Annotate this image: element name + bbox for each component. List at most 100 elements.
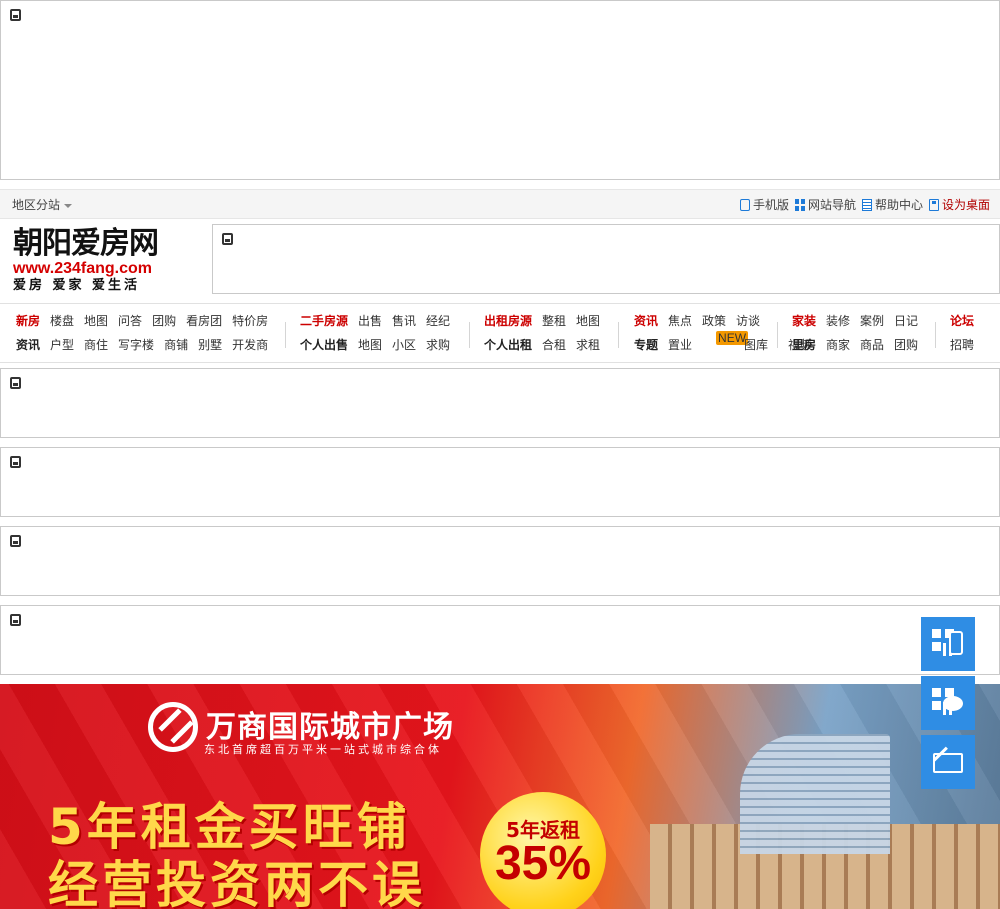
- nav-item[interactable]: 家装: [792, 312, 816, 329]
- broken-image-icon: [10, 535, 21, 547]
- nav-item[interactable]: 开发商: [232, 336, 268, 353]
- banner-subtitle: 东北首席超百万平米一站式城市综合体: [204, 743, 442, 756]
- nav-group-newhouse: 新房 楼盘 地图 问答 团购 看房团 特价房 资讯 户型 商住 写字楼 商铺 别…: [16, 308, 278, 358]
- promo-banner[interactable]: 万商国际城市广场 东北首席超百万平米一站式城市综合体 5年租金买旺铺 经营投资两…: [0, 684, 1000, 909]
- mobile-link-label: 手机版: [752, 198, 789, 212]
- caret-down-icon: [64, 203, 73, 208]
- nav-item[interactable]: 资讯: [634, 312, 658, 329]
- feedback-button[interactable]: [921, 735, 975, 789]
- nav-item[interactable]: 论坛: [950, 312, 974, 329]
- nav-item[interactable]: 合租: [542, 336, 566, 353]
- region-label: 地区分站: [12, 198, 61, 212]
- logo-name: 朝阳爱房网: [13, 226, 159, 261]
- nav-item[interactable]: 日记: [894, 312, 918, 329]
- save-icon: [928, 198, 939, 211]
- banner-title: 万商国际城市广场: [206, 710, 454, 745]
- nav-item[interactable]: 置业: [668, 336, 692, 353]
- nav-divider: [285, 322, 286, 348]
- nav-item[interactable]: 商品: [860, 336, 884, 353]
- promo-value: 35%: [494, 837, 592, 890]
- logo-slogan: 爱房 爱家 爱生活: [13, 278, 141, 293]
- broken-image-icon: [10, 9, 21, 21]
- nav-item-label: 图库: [744, 337, 769, 352]
- nav-divider: [618, 322, 619, 348]
- nav-item[interactable]: 二手房源: [300, 312, 348, 329]
- nav-item[interactable]: 售讯: [392, 312, 416, 329]
- banner-headline-2: 经营投资两不误: [48, 856, 426, 909]
- nav-item[interactable]: 团购: [152, 312, 176, 329]
- site-nav-label: 网站导航: [807, 198, 856, 212]
- nav-item[interactable]: 案例: [860, 312, 884, 329]
- ad-placeholder-2[interactable]: [0, 447, 1000, 517]
- mobile-qr-button[interactable]: [921, 617, 975, 671]
- nav-item[interactable]: 新房: [16, 312, 40, 329]
- nav-divider: [935, 322, 936, 348]
- document-icon: [861, 198, 872, 211]
- header: 朝阳爱房网 www.234fang.com 爱房 爱家 爱生活: [0, 219, 1000, 303]
- mobile-link[interactable]: 手机版: [739, 196, 789, 213]
- nav-item[interactable]: 户型: [50, 336, 74, 353]
- nav-item[interactable]: 地图: [576, 312, 600, 329]
- wechat-icon: [943, 696, 963, 711]
- nav-item[interactable]: 地图: [84, 312, 108, 329]
- set-desktop-link[interactable]: 设为桌面: [928, 196, 990, 213]
- promo-circle: 5年返租 35%: [480, 792, 606, 909]
- nav-item[interactable]: 出租房源: [484, 312, 532, 329]
- nav-group-forum: 论坛 招聘: [950, 308, 984, 358]
- nav-item[interactable]: 商家: [826, 336, 850, 353]
- nav-item-gallery[interactable]: NEW图库: [702, 330, 778, 353]
- nav-item[interactable]: 个人出租: [484, 336, 532, 353]
- phone-icon: [949, 631, 963, 655]
- nav-divider: [777, 322, 778, 348]
- nav-group-decor: 家装 装修 案例 日记 里房 商家 商品 团购: [792, 308, 928, 358]
- help-label: 帮助中心: [874, 198, 923, 212]
- nav-item[interactable]: 问答: [118, 312, 142, 329]
- broken-image-icon: [10, 614, 21, 626]
- nav-item[interactable]: 经纪: [426, 312, 450, 329]
- nav-item[interactable]: 专题: [634, 336, 658, 353]
- site-logo[interactable]: 朝阳爱房网 www.234fang.com 爱房 爱家 爱生活: [13, 227, 188, 297]
- nav-item[interactable]: 团购: [894, 336, 918, 353]
- region-selector[interactable]: 地区分站: [12, 196, 73, 213]
- nav-item[interactable]: 写字楼: [118, 336, 154, 353]
- nav-item[interactable]: 别墅: [198, 336, 222, 353]
- nav-item[interactable]: 求租: [576, 336, 600, 353]
- ad-placeholder-3[interactable]: [0, 526, 1000, 596]
- banner-tower-image: [740, 734, 890, 854]
- nav-item[interactable]: 政策: [702, 312, 726, 329]
- nav-item[interactable]: 求购: [426, 336, 450, 353]
- nav-item[interactable]: 出售: [358, 312, 382, 329]
- site-nav-link[interactable]: 网站导航: [794, 196, 856, 213]
- broken-image-icon: [222, 233, 233, 245]
- top-links: 手机版 网站导航 帮助中心 设为桌面: [739, 196, 990, 213]
- nav-group-rental: 出租房源 整租 地图 个人出租 合租 求租: [484, 308, 610, 358]
- nav-item[interactable]: 资讯: [16, 336, 40, 353]
- top-bar: 地区分站 手机版 网站导航 帮助中心 设为桌面: [0, 189, 1000, 219]
- header-ad-placeholder[interactable]: [212, 224, 1000, 294]
- ad-placeholder-4[interactable]: [0, 605, 1000, 675]
- ad-placeholder-1[interactable]: [0, 368, 1000, 438]
- set-desktop-label: 设为桌面: [941, 198, 990, 212]
- top-ad-placeholder[interactable]: [0, 0, 1000, 180]
- nav-item[interactable]: 商铺: [164, 336, 188, 353]
- nav-item[interactable]: 焦点: [668, 312, 692, 329]
- nav-item[interactable]: 招聘: [950, 336, 974, 353]
- nav-item[interactable]: 访谈: [736, 312, 760, 329]
- help-link[interactable]: 帮助中心: [861, 196, 923, 213]
- nav-item[interactable]: 小区: [392, 336, 416, 353]
- nav-divider: [469, 322, 470, 348]
- side-toolbar: [921, 617, 975, 794]
- wechat-qr-button[interactable]: [921, 676, 975, 730]
- broken-image-icon: [10, 377, 21, 389]
- nav-item[interactable]: 特价房: [232, 312, 268, 329]
- nav-item[interactable]: 个人出售: [300, 336, 348, 353]
- nav-item[interactable]: 地图: [358, 336, 382, 353]
- nav-item[interactable]: 楼盘: [50, 312, 74, 329]
- mobile-icon: [739, 198, 750, 211]
- nav-item[interactable]: 装修: [826, 312, 850, 329]
- nav-item[interactable]: 看房团: [186, 312, 222, 329]
- nav-item[interactable]: 里房: [792, 336, 816, 353]
- banner-brand-logo-icon: [148, 702, 198, 752]
- nav-item[interactable]: 商住: [84, 336, 108, 353]
- nav-item[interactable]: 整租: [542, 312, 566, 329]
